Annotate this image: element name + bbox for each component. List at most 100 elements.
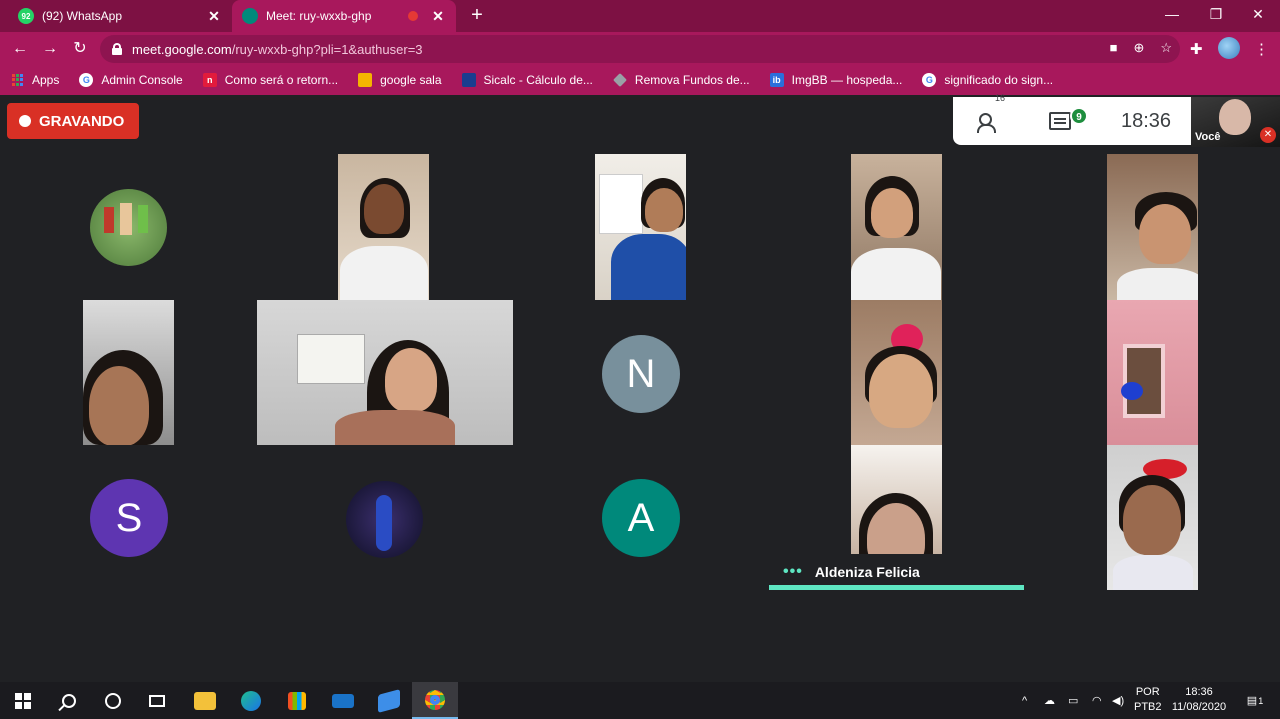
notification-count: 1 xyxy=(1258,695,1264,706)
meeting-clock: 18:36 xyxy=(1121,110,1172,132)
self-video xyxy=(1219,99,1251,135)
bookmark-significado[interactable]: G significado do sign... xyxy=(922,73,1053,87)
cortana-button[interactable] xyxy=(90,682,136,719)
participant-photo-avatar[interactable] xyxy=(346,481,423,558)
bookmarks-bar: Apps G Admin Console n Como será o retor… xyxy=(0,65,1280,95)
camera-icon[interactable]: ■ xyxy=(1110,40,1118,56)
search-button[interactable] xyxy=(46,682,92,719)
tab-title: Meet: ruy-wxxb-ghp xyxy=(266,9,372,23)
chat-icon[interactable] xyxy=(1049,112,1071,130)
task-view-button[interactable] xyxy=(134,682,180,719)
lock-icon xyxy=(112,43,122,55)
recording-button[interactable]: GRAVANDO xyxy=(7,103,139,139)
avatar-letter: S xyxy=(115,495,143,540)
onedrive-icon[interactable]: ☁ xyxy=(1044,682,1055,719)
volume-icon[interactable]: ◀) xyxy=(1112,682,1124,719)
language-code: POR xyxy=(1135,686,1160,698)
wifi-icon[interactable]: ◠ xyxy=(1092,682,1102,719)
app-button[interactable] xyxy=(366,682,412,719)
apps-grid-icon xyxy=(12,74,24,86)
notification-center-button[interactable]: ▤ 1 xyxy=(1240,682,1270,719)
folder-icon xyxy=(194,691,216,710)
chrome-button[interactable] xyxy=(412,682,458,719)
bookmark-label: Admin Console xyxy=(101,73,183,87)
participant-video-tile[interactable] xyxy=(1107,445,1198,590)
avatar-letter: A xyxy=(627,495,655,540)
bookmark-label: Remova Fundos de... xyxy=(634,73,750,87)
edge-button[interactable] xyxy=(228,682,274,719)
file-explorer-button[interactable] xyxy=(182,682,228,719)
bookmark-label: Sicalc - Cálculo de... xyxy=(483,73,593,87)
keyboard-layout: PTB2 xyxy=(1134,701,1162,713)
bookmark-como-sera[interactable]: n Como será o retorn... xyxy=(202,73,339,87)
active-speaker-name: Aldeniza Felicia xyxy=(814,564,920,580)
star-icon[interactable]: ☆ xyxy=(1160,40,1172,56)
app-icon xyxy=(378,688,400,713)
close-tab-icon[interactable]: ✕ xyxy=(430,8,446,25)
people-icon[interactable] xyxy=(977,111,1001,133)
menu-icon[interactable]: ⋮ xyxy=(1254,40,1269,58)
new-tab-button[interactable]: + xyxy=(466,4,488,26)
start-button[interactable] xyxy=(0,682,46,719)
mail-button[interactable] xyxy=(320,682,366,719)
store-button[interactable] xyxy=(274,682,320,719)
bookmark-apps[interactable]: Apps xyxy=(12,73,59,87)
participant-avatar-n[interactable]: N xyxy=(602,335,680,413)
meet-icon xyxy=(242,8,258,24)
participant-video-tile[interactable] xyxy=(1107,300,1198,445)
notification-icon: ▤ xyxy=(1246,695,1258,707)
participant-video-tile[interactable] xyxy=(851,300,942,445)
close-tab-icon[interactable]: ✕ xyxy=(206,8,222,25)
active-speaker-highlight xyxy=(769,585,1024,590)
meet-call-area: GRAVANDO 16 9 18:36 Você ✕ N S A ••• Ald… xyxy=(0,93,1280,682)
url-path: /ruy-wxxb-ghp?pli=1&authuser=3 xyxy=(231,41,423,57)
participant-avatar-a[interactable]: A xyxy=(602,479,680,557)
show-hidden-icons-button[interactable]: ^ xyxy=(1022,682,1027,719)
participant-minecraft-avatar[interactable] xyxy=(90,189,167,266)
participant-video-tile[interactable] xyxy=(595,154,686,300)
close-window-button[interactable]: ✕ xyxy=(1236,0,1280,32)
record-dot-icon xyxy=(19,115,31,127)
bookmark-sicalc[interactable]: Sicalc - Cálculo de... xyxy=(461,73,593,87)
system-clock[interactable]: 18:36 11/08/2020 xyxy=(1164,685,1234,715)
bookmark-google-sala[interactable]: google sala xyxy=(358,73,442,87)
zoom-icon[interactable]: ⊕ xyxy=(1133,40,1144,56)
reload-button[interactable]: ↻ xyxy=(67,36,93,62)
tab-whatsapp[interactable]: 92 (92) WhatsApp ✕ xyxy=(8,0,232,32)
mail-icon xyxy=(332,693,354,708)
forward-button[interactable]: → xyxy=(37,36,63,62)
mic-off-icon: ✕ xyxy=(1260,127,1276,143)
participant-avatar-s[interactable]: S xyxy=(90,479,168,557)
classroom-icon xyxy=(358,73,373,87)
participant-video-tile-large[interactable] xyxy=(257,300,513,445)
windows-logo-icon xyxy=(15,692,31,709)
battery-icon[interactable]: ▭ xyxy=(1068,682,1078,719)
address-bar[interactable]: meet.google.com /ruy-wxxb-ghp?pli=1&auth… xyxy=(100,35,1180,63)
maximize-button[interactable]: ❐ xyxy=(1194,0,1238,32)
task-view-icon xyxy=(149,694,165,707)
tab-strip: 92 (92) WhatsApp ✕ Meet: ruy-wxxb-ghp ✕ … xyxy=(0,0,1280,32)
bookmark-remove-bg[interactable]: Remova Fundos de... xyxy=(612,73,750,87)
cortana-icon xyxy=(105,692,121,709)
google-icon: G xyxy=(79,73,94,87)
bookmark-admin-console[interactable]: G Admin Console xyxy=(79,73,183,87)
tab-title: (92) WhatsApp xyxy=(42,9,123,23)
chrome-icon xyxy=(425,689,445,710)
participant-video-tile[interactable] xyxy=(83,300,174,445)
tab-meet[interactable]: Meet: ruy-wxxb-ghp ✕ xyxy=(232,0,456,32)
imgbb-icon: ib xyxy=(769,73,784,87)
language-indicator[interactable]: POR PTB2 xyxy=(1134,685,1162,715)
recording-indicator-icon xyxy=(408,11,418,21)
extensions-icon[interactable]: ✚ xyxy=(1190,40,1203,58)
google-icon: G xyxy=(922,73,937,87)
self-view-tile[interactable]: Você ✕ xyxy=(1191,97,1280,147)
participant-video-tile[interactable] xyxy=(1107,154,1198,300)
minimize-button[interactable]: — xyxy=(1150,0,1194,32)
bookmark-imgbb[interactable]: ib ImgBB — hospeda... xyxy=(769,73,902,87)
participant-video-tile[interactable] xyxy=(338,154,429,300)
bookmark-label: Como será o retorn... xyxy=(224,73,339,87)
back-button[interactable]: ← xyxy=(7,36,33,62)
participant-video-tile[interactable] xyxy=(851,154,942,300)
profile-avatar[interactable] xyxy=(1218,37,1240,59)
bookmark-label: google sala xyxy=(380,73,442,87)
